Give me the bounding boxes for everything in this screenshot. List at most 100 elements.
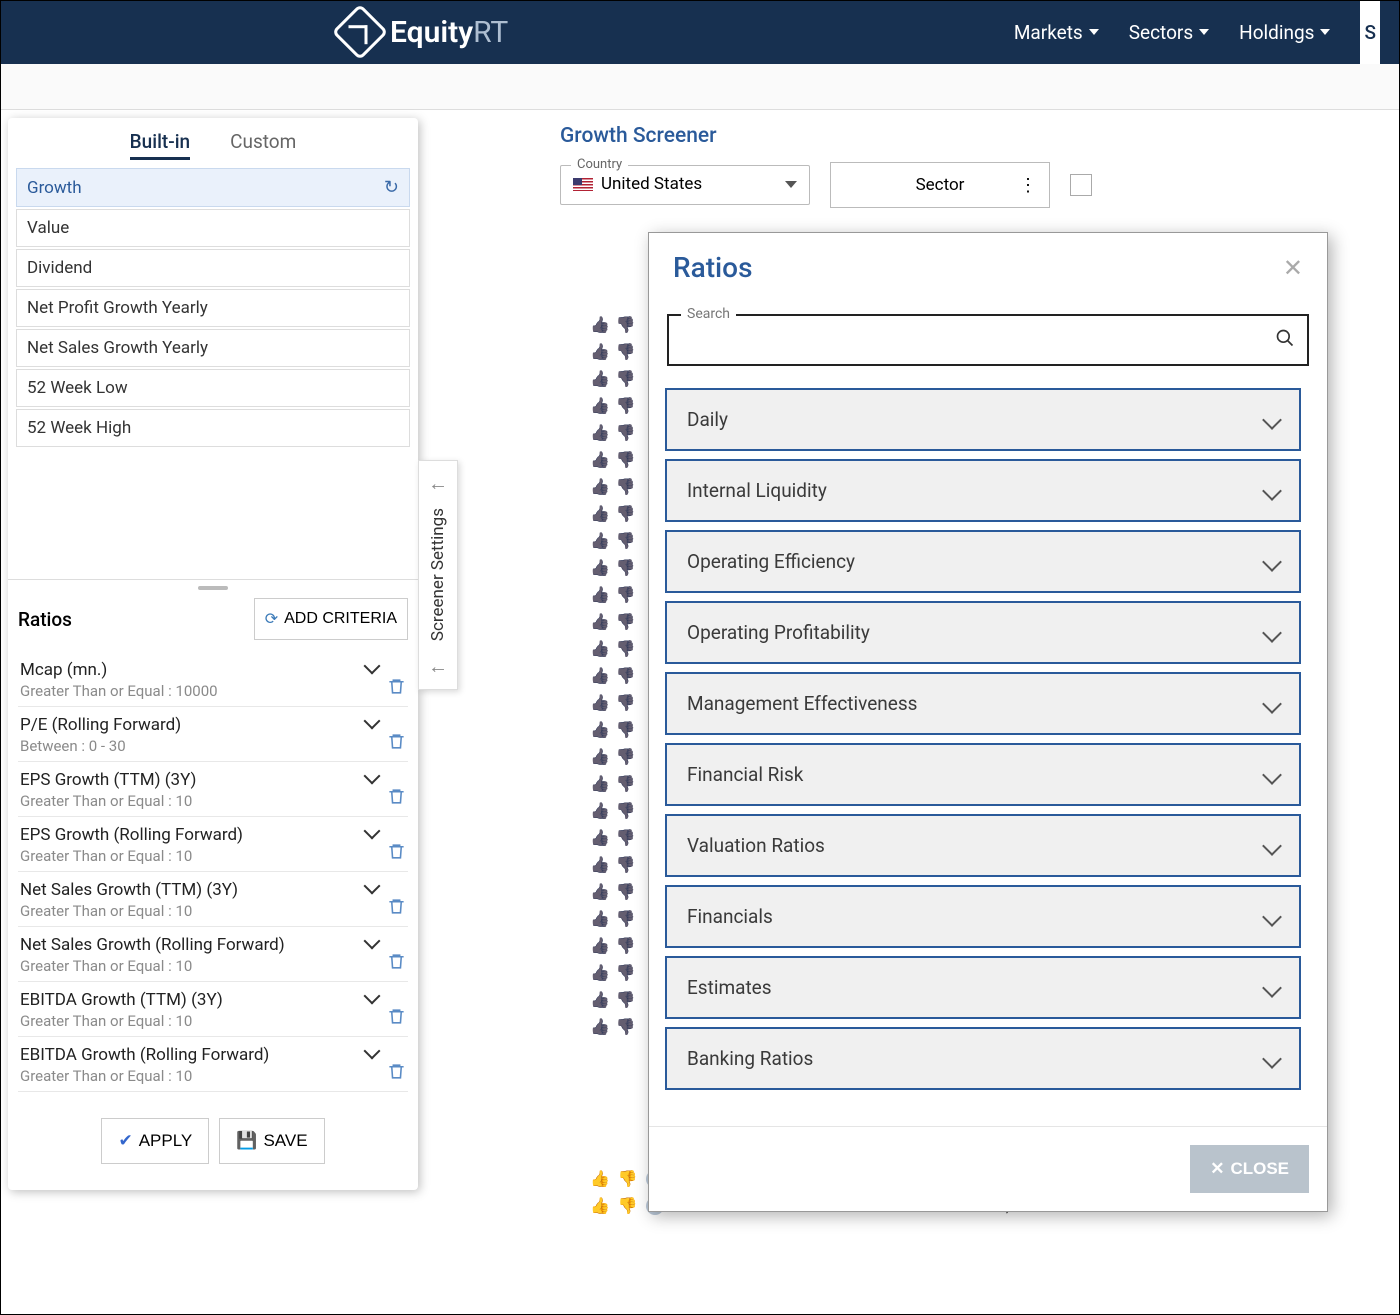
delete-icon[interactable] bbox=[387, 732, 406, 755]
drag-handle[interactable] bbox=[198, 586, 228, 590]
delete-icon[interactable] bbox=[387, 787, 406, 810]
ratio-category[interactable]: Financial Risk bbox=[665, 743, 1301, 806]
thumbs-down-icon[interactable] bbox=[616, 531, 636, 550]
thumbs-up-icon[interactable] bbox=[590, 963, 610, 982]
thumbs-down-icon[interactable] bbox=[616, 693, 636, 712]
thumbs-up-icon[interactable] bbox=[590, 639, 610, 658]
checkbox[interactable] bbox=[1070, 174, 1092, 196]
delete-icon[interactable] bbox=[387, 1062, 406, 1085]
close-icon[interactable]: ✕ bbox=[1283, 254, 1303, 282]
thumbs-down-icon[interactable] bbox=[616, 882, 636, 901]
thumbs-up-icon[interactable] bbox=[590, 423, 610, 442]
thumbs-down-icon[interactable] bbox=[616, 720, 636, 739]
thumbs-up-icon[interactable]: 👍 bbox=[590, 1196, 610, 1215]
refresh-icon[interactable]: ↻ bbox=[384, 177, 399, 198]
nav-sectors[interactable]: Sectors bbox=[1129, 21, 1209, 44]
thumbs-down-icon[interactable] bbox=[616, 342, 636, 361]
thumbs-down-icon[interactable] bbox=[616, 450, 636, 469]
thumbs-down-icon[interactable] bbox=[616, 423, 636, 442]
thumbs-up-icon[interactable] bbox=[590, 585, 610, 604]
thumbs-down-icon[interactable] bbox=[616, 558, 636, 577]
thumbs-up-icon[interactable] bbox=[590, 828, 610, 847]
thumbs-up-icon[interactable] bbox=[590, 909, 610, 928]
thumbs-up-icon[interactable] bbox=[590, 693, 610, 712]
preset-item[interactable]: Net Sales Growth Yearly bbox=[16, 329, 410, 367]
apply-button[interactable]: ✔APPLY bbox=[101, 1118, 209, 1164]
thumbs-up-icon[interactable] bbox=[590, 990, 610, 1009]
thumbs-down-icon[interactable] bbox=[616, 936, 636, 955]
thumbs-down-icon[interactable] bbox=[616, 855, 636, 874]
thumbs-down-icon[interactable] bbox=[616, 315, 636, 334]
thumbs-down-icon[interactable] bbox=[616, 828, 636, 847]
thumbs-down-icon[interactable] bbox=[616, 504, 636, 523]
thumbs-up-icon[interactable] bbox=[590, 774, 610, 793]
ratio-category[interactable]: Operating Profitability bbox=[665, 601, 1301, 664]
delete-icon[interactable] bbox=[387, 952, 406, 975]
nav-s-button[interactable]: S bbox=[1360, 0, 1380, 64]
thumbs-up-icon[interactable] bbox=[590, 342, 610, 361]
screener-settings-side-tab[interactable]: ← Screener Settings ← bbox=[418, 460, 458, 690]
ratio-category[interactable]: Banking Ratios bbox=[665, 1027, 1301, 1090]
nav-markets[interactable]: Markets bbox=[1014, 21, 1099, 44]
thumbs-down-icon[interactable] bbox=[616, 396, 636, 415]
thumbs-up-icon[interactable] bbox=[590, 747, 610, 766]
ratio-category[interactable]: Valuation Ratios bbox=[665, 814, 1301, 877]
tab-built-in[interactable]: Built-in bbox=[130, 130, 190, 160]
thumbs-down-icon[interactable] bbox=[616, 639, 636, 658]
thumbs-down-icon[interactable] bbox=[616, 1017, 636, 1036]
delete-icon[interactable] bbox=[387, 842, 406, 865]
add-criteria-button[interactable]: ⟳ ADD CRITERIA bbox=[254, 598, 408, 640]
country-select[interactable]: Country United States bbox=[560, 165, 810, 205]
category-list[interactable]: Daily Internal Liquidity Operating Efficie… bbox=[659, 380, 1317, 1126]
thumbs-up-icon[interactable] bbox=[590, 558, 610, 577]
thumbs-down-icon[interactable] bbox=[616, 909, 636, 928]
close-button[interactable]: ✕ CLOSE bbox=[1190, 1145, 1309, 1193]
thumbs-up-icon[interactable] bbox=[590, 450, 610, 469]
thumbs-down-icon[interactable] bbox=[616, 666, 636, 685]
thumbs-down-icon[interactable] bbox=[616, 990, 636, 1009]
thumbs-up-icon[interactable] bbox=[590, 801, 610, 820]
thumbs-down-icon[interactable] bbox=[616, 774, 636, 793]
ratio-category[interactable]: Operating Efficiency bbox=[665, 530, 1301, 593]
thumbs-up-icon[interactable] bbox=[590, 936, 610, 955]
preset-item[interactable]: Growth↻ bbox=[16, 168, 410, 207]
thumbs-down-icon[interactable] bbox=[616, 801, 636, 820]
save-button[interactable]: 💾SAVE bbox=[219, 1118, 324, 1164]
thumbs-up-icon[interactable] bbox=[590, 666, 610, 685]
thumbs-down-icon[interactable] bbox=[616, 612, 636, 631]
thumbs-up-icon[interactable] bbox=[590, 882, 610, 901]
thumbs-down-icon[interactable]: 👎 bbox=[618, 1169, 638, 1188]
thumbs-up-icon[interactable] bbox=[590, 855, 610, 874]
ratio-category[interactable]: Estimates bbox=[665, 956, 1301, 1019]
sector-select[interactable]: Sector ⋮ bbox=[830, 162, 1050, 208]
thumbs-down-icon[interactable]: 👎 bbox=[618, 1196, 638, 1215]
preset-item[interactable]: 52 Week High bbox=[16, 409, 410, 447]
preset-item[interactable]: Value bbox=[16, 209, 410, 247]
delete-icon[interactable] bbox=[387, 677, 406, 700]
thumbs-up-icon[interactable] bbox=[590, 612, 610, 631]
thumbs-down-icon[interactable] bbox=[616, 585, 636, 604]
thumbs-up-icon[interactable] bbox=[590, 315, 610, 334]
preset-item[interactable]: Net Profit Growth Yearly bbox=[16, 289, 410, 327]
thumbs-up-icon[interactable]: 👍 bbox=[590, 1169, 610, 1188]
delete-icon[interactable] bbox=[387, 1007, 406, 1030]
preset-item[interactable]: 52 Week Low bbox=[16, 369, 410, 407]
ratio-category[interactable]: Daily bbox=[665, 388, 1301, 451]
thumbs-up-icon[interactable] bbox=[590, 1017, 610, 1036]
preset-item[interactable]: Dividend bbox=[16, 249, 410, 287]
thumbs-down-icon[interactable] bbox=[616, 369, 636, 388]
thumbs-up-icon[interactable] bbox=[590, 477, 610, 496]
thumbs-down-icon[interactable] bbox=[616, 477, 636, 496]
ratio-category[interactable]: Internal Liquidity bbox=[665, 459, 1301, 522]
thumbs-up-icon[interactable] bbox=[590, 504, 610, 523]
ratio-category[interactable]: Financials bbox=[665, 885, 1301, 948]
search-input[interactable] bbox=[667, 314, 1309, 366]
thumbs-up-icon[interactable] bbox=[590, 531, 610, 550]
tab-custom[interactable]: Custom bbox=[230, 130, 296, 160]
thumbs-up-icon[interactable] bbox=[590, 369, 610, 388]
thumbs-down-icon[interactable] bbox=[616, 963, 636, 982]
ratio-category[interactable]: Management Effectiveness bbox=[665, 672, 1301, 735]
thumbs-up-icon[interactable] bbox=[590, 396, 610, 415]
thumbs-down-icon[interactable] bbox=[616, 747, 636, 766]
delete-icon[interactable] bbox=[387, 897, 406, 920]
